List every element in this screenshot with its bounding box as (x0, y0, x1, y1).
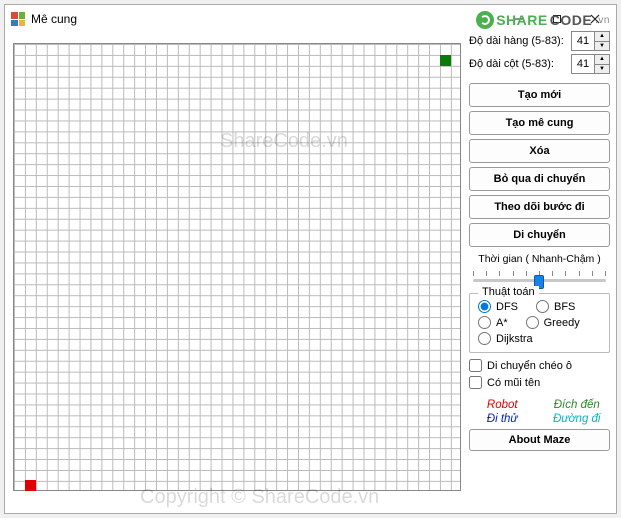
brand-logo: SHARECODE.vn (469, 11, 610, 29)
cols-label: Độ dài cột (5-83): (469, 58, 571, 70)
algo-dijkstra[interactable]: Dijkstra (478, 332, 533, 345)
speed-label: Thời gian ( Nhanh-Chậm ) (469, 253, 610, 265)
new-button[interactable]: Tạo mới (469, 83, 610, 107)
rows-input-row: Độ dài hàng (5-83): ▲ ▼ (469, 31, 610, 51)
rows-down-icon[interactable]: ▼ (595, 41, 609, 50)
algorithm-legend: Thuật toán (478, 286, 539, 298)
content-area: SHARECODE.vn Độ dài hàng (5-83): ▲ ▼ Độ … (5, 33, 616, 513)
algo-dfs[interactable]: DFS (478, 300, 518, 313)
arrows-checkbox[interactable]: Có mũi tên (469, 376, 610, 389)
diagonal-checkbox[interactable]: Di chuyển chéo ô (469, 359, 610, 372)
robot-cell (25, 480, 36, 491)
legend-robot: Robot (469, 399, 536, 411)
rows-label: Độ dài hàng (5-83): (469, 35, 571, 47)
skip-animation-button[interactable]: Bỏ qua di chuyển (469, 167, 610, 191)
algo-bfs[interactable]: BFS (536, 300, 575, 313)
clear-button[interactable]: Xóa (469, 139, 610, 163)
generate-maze-button[interactable]: Tạo mê cung (469, 111, 610, 135)
app-window: Mê cung SHARECODE.vn (4, 4, 617, 514)
window-title: Mê cung (31, 12, 500, 26)
move-button[interactable]: Di chuyển (469, 223, 610, 247)
cols-up-icon[interactable]: ▲ (595, 55, 609, 64)
legend-destination: Đích đến (544, 399, 611, 411)
cols-input-row: Độ dài cột (5-83): ▲ ▼ (469, 54, 610, 74)
rows-up-icon[interactable]: ▲ (595, 32, 609, 41)
color-legend: Robot Đích đến Đi thử Đường đi (469, 399, 610, 425)
legend-tried: Đi thử (469, 413, 536, 425)
maze-grid[interactable] (13, 43, 461, 491)
rows-spinner[interactable]: ▲ ▼ (571, 31, 610, 51)
maze-pane (5, 33, 465, 513)
algo-astar[interactable]: A* (478, 316, 508, 329)
app-icon (11, 12, 25, 26)
about-button[interactable]: About Maze (469, 429, 610, 451)
cols-value[interactable] (572, 55, 594, 73)
rows-value[interactable] (572, 32, 594, 50)
logo-icon (476, 11, 494, 29)
destination-cell (440, 55, 451, 66)
trace-steps-button[interactable]: Theo dõi bước đi (469, 195, 610, 219)
algorithm-group: Thuật toán DFS BFS A* (469, 293, 610, 353)
control-panel: SHARECODE.vn Độ dài hàng (5-83): ▲ ▼ Độ … (465, 33, 616, 513)
algo-greedy[interactable]: Greedy (526, 316, 580, 329)
legend-path: Đường đi (544, 413, 611, 425)
cols-spinner[interactable]: ▲ ▼ (571, 54, 610, 74)
cols-down-icon[interactable]: ▼ (595, 64, 609, 73)
